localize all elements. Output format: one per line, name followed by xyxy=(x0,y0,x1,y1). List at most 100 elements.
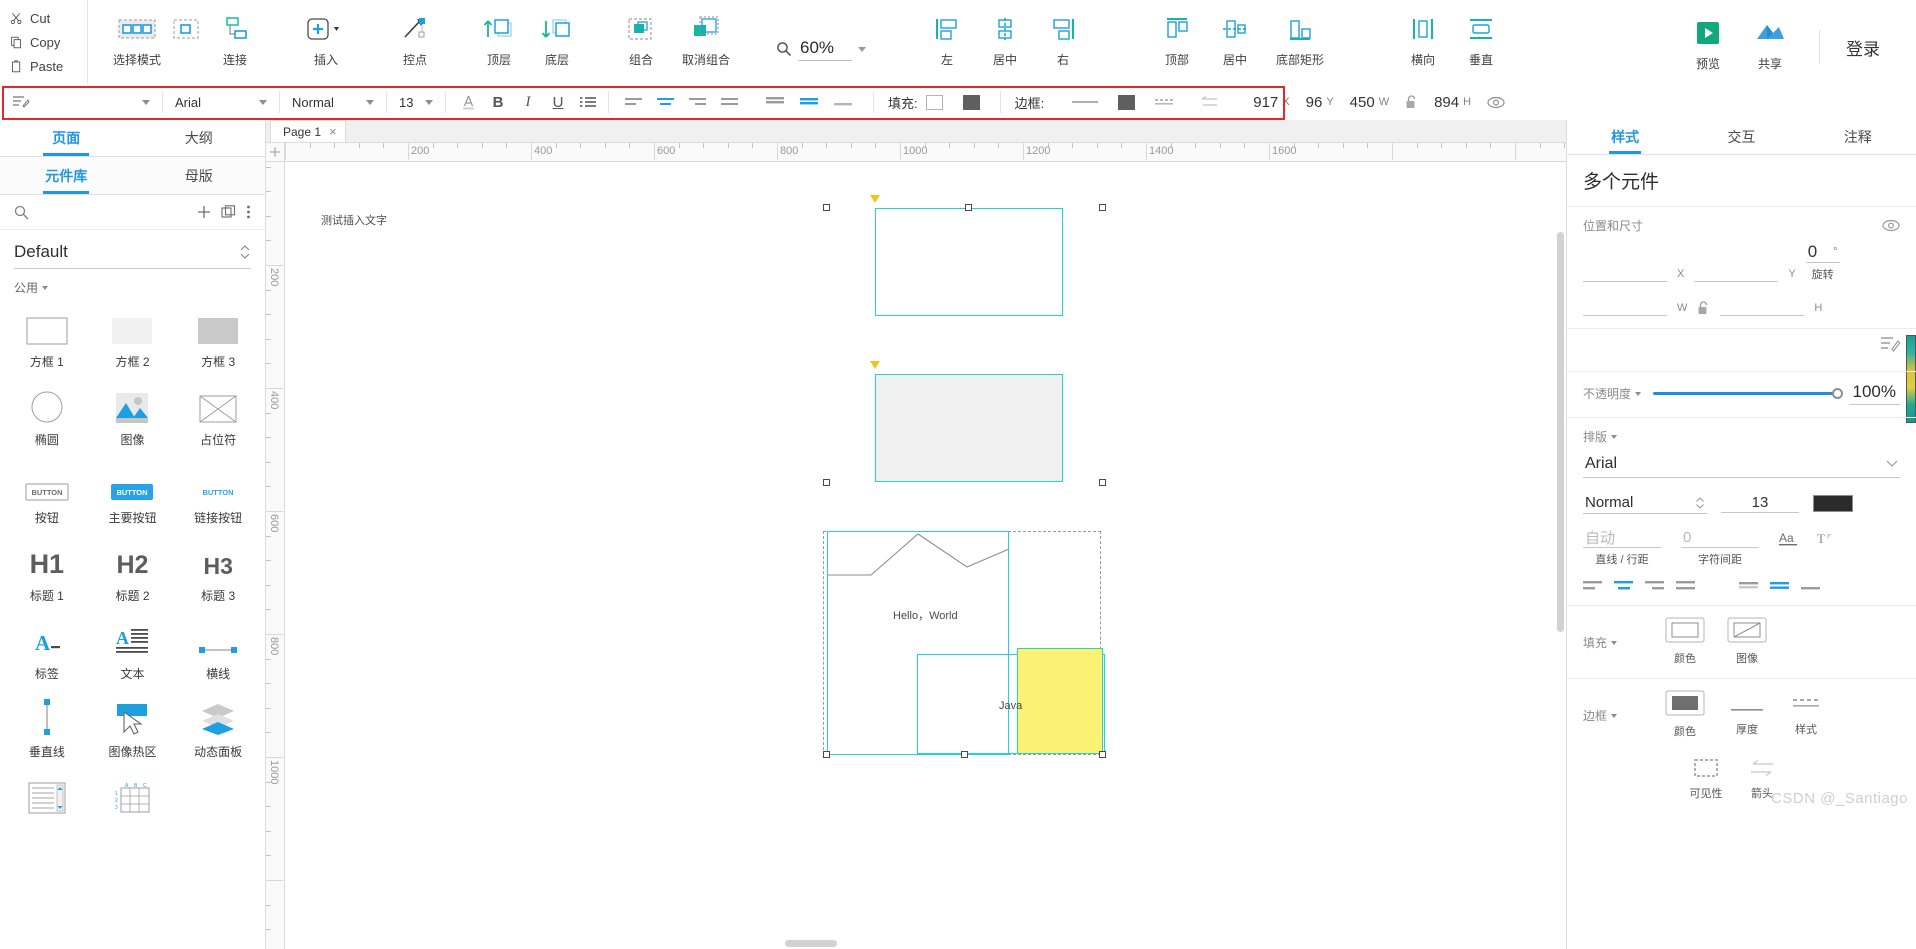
rotation-handle[interactable] xyxy=(870,195,880,203)
widget-paragraph[interactable]: A 文本 xyxy=(90,618,176,682)
selection-handle[interactable] xyxy=(1099,751,1106,758)
typography-label[interactable]: 排版 xyxy=(1583,428,1900,445)
distribute-horizontal-button[interactable]: 横向 xyxy=(1394,6,1452,68)
visibility-eye-icon[interactable] xyxy=(1882,219,1900,232)
line-spacing-input[interactable]: 自动 xyxy=(1583,528,1661,548)
widget-inline-frame[interactable] xyxy=(4,774,90,821)
fill-color-swatch[interactable] xyxy=(925,94,943,110)
chevron-down-icon[interactable] xyxy=(858,46,867,52)
paste-button[interactable]: Paste xyxy=(10,56,87,76)
align-right-button[interactable]: 右 xyxy=(1034,6,1092,68)
tab-widget-library[interactable]: 元件库 xyxy=(0,157,133,194)
widget-link-button[interactable]: BUTTON 链接按钮 xyxy=(175,462,261,526)
search-icon[interactable] xyxy=(14,205,29,220)
y-field[interactable]: 96 Y xyxy=(1306,94,1334,111)
font-family-select[interactable]: Arial xyxy=(1583,451,1900,478)
valign-top-button[interactable] xyxy=(761,89,789,115)
fill-gradient-swatch[interactable] xyxy=(962,94,980,110)
align-center-icon[interactable] xyxy=(1614,579,1633,593)
tab-notes[interactable]: 注释 xyxy=(1800,120,1916,154)
opacity-value[interactable]: 100% xyxy=(1848,382,1900,405)
font-size-select[interactable]: 13 xyxy=(387,84,445,120)
w-input[interactable] xyxy=(1583,296,1667,316)
align-left-button[interactable] xyxy=(619,89,647,115)
zoom-value[interactable]: 60% xyxy=(798,38,853,61)
letter-spacing-input[interactable]: 0 xyxy=(1681,528,1759,548)
zoom-control[interactable]: 60% xyxy=(776,14,867,84)
border-style-button[interactable]: 样式 xyxy=(1789,689,1823,737)
vertical-ruler[interactable]: 200 400 600 800 1000 xyxy=(266,162,285,949)
chevron-updown-icon[interactable] xyxy=(239,244,251,260)
widget-box-1[interactable]: 方框 1 xyxy=(4,306,90,370)
align-right-icon[interactable] xyxy=(1645,579,1664,593)
widget-hotspot[interactable]: 图像热区 xyxy=(90,696,176,760)
selection-handle[interactable] xyxy=(823,479,830,486)
visibility-eye-icon[interactable] xyxy=(1487,96,1505,109)
valign-bottom-button[interactable] xyxy=(829,89,857,115)
control-point-button[interactable]: 控点 xyxy=(386,6,444,68)
selection-handle[interactable] xyxy=(823,204,830,211)
slider-knob[interactable] xyxy=(1831,388,1843,399)
font-color-swatch[interactable] xyxy=(1813,494,1853,512)
connect-button[interactable]: 连接 xyxy=(206,6,264,68)
text-case-icon[interactable]: Aa xyxy=(1779,530,1801,548)
font-weight-select[interactable]: Normal xyxy=(280,84,386,120)
h-field[interactable]: 894 H xyxy=(1434,94,1471,111)
selection-handle[interactable] xyxy=(1099,479,1106,486)
send-back-button[interactable]: 底层 xyxy=(528,6,586,68)
rotation-handle[interactable] xyxy=(870,361,880,369)
widget-table[interactable]: ABC123 xyxy=(90,774,176,821)
chevron-down-icon[interactable] xyxy=(259,99,267,105)
w-field[interactable]: 450 W xyxy=(1350,94,1389,111)
close-icon[interactable]: × xyxy=(329,124,337,139)
canvas-java-text[interactable]: Java xyxy=(999,700,1022,712)
selection-handle[interactable] xyxy=(1099,204,1106,211)
unlock-icon[interactable] xyxy=(1405,94,1418,110)
border-label[interactable]: 边框 xyxy=(1583,689,1641,724)
valign-bottom-icon[interactable] xyxy=(1801,579,1820,593)
canvas-horizontal-scrollbar[interactable] xyxy=(785,940,837,947)
canvas-hello-world-text[interactable]: Hello，World xyxy=(893,607,958,623)
tab-style[interactable]: 样式 xyxy=(1567,120,1683,154)
marquee-button[interactable] xyxy=(166,6,206,51)
fill-color-button[interactable]: 颜色 xyxy=(1665,616,1705,666)
ruler-origin[interactable] xyxy=(266,143,285,161)
login-button[interactable]: 登录 xyxy=(1819,30,1902,64)
arrow-icon[interactable] xyxy=(1197,96,1219,108)
chevron-down-icon[interactable] xyxy=(425,99,433,105)
plus-icon[interactable] xyxy=(197,205,211,219)
horizontal-ruler[interactable]: 200 400 600 800 1000 1200 1400 1600 xyxy=(285,143,1566,161)
shape-rect-empty[interactable] xyxy=(875,208,1063,316)
copy-button[interactable]: Copy xyxy=(10,32,87,52)
bold-button[interactable]: B xyxy=(484,89,512,115)
selection-handle[interactable] xyxy=(961,751,968,758)
selection-handle[interactable] xyxy=(823,751,830,758)
cut-button[interactable]: Cut xyxy=(10,8,87,28)
selection-handle[interactable] xyxy=(965,204,972,211)
align-center-button[interactable] xyxy=(651,89,679,115)
align-middle-button[interactable]: 居中 xyxy=(1206,6,1264,68)
x-field[interactable]: 917 X xyxy=(1253,94,1289,111)
tab-interaction[interactable]: 交互 xyxy=(1683,120,1799,154)
bring-front-button[interactable]: 顶层 xyxy=(470,6,528,68)
border-thickness-button[interactable]: 厚度 xyxy=(1727,689,1767,737)
tab-pages[interactable]: 页面 xyxy=(0,120,133,156)
widget-dynamic-panel[interactable]: 动态面板 xyxy=(175,696,261,760)
h-input[interactable] xyxy=(1720,296,1805,316)
align-left-icon[interactable] xyxy=(1583,579,1602,593)
align-top-button[interactable]: 顶部 xyxy=(1148,6,1206,68)
font-color-button[interactable] xyxy=(454,89,482,115)
style-edit-icon[interactable] xyxy=(1880,335,1900,353)
unlock-icon[interactable] xyxy=(1697,301,1710,316)
widget-box-2[interactable]: 方框 2 xyxy=(90,306,176,370)
preview-button[interactable]: 预览 xyxy=(1679,10,1737,72)
widget-vertical-line[interactable]: 垂直线 xyxy=(4,696,90,760)
insert-button[interactable]: 插入 xyxy=(290,6,362,68)
shape-rect-yellow[interactable] xyxy=(1017,648,1103,754)
border-color-swatch[interactable] xyxy=(1118,94,1136,110)
align-center-button[interactable]: 居中 xyxy=(976,6,1034,68)
fill-label[interactable]: 填充 xyxy=(1583,616,1641,651)
underline-button[interactable]: U xyxy=(544,89,572,115)
style-preset-select[interactable] xyxy=(0,84,162,120)
select-mode-button[interactable]: 选择模式 xyxy=(108,6,166,68)
